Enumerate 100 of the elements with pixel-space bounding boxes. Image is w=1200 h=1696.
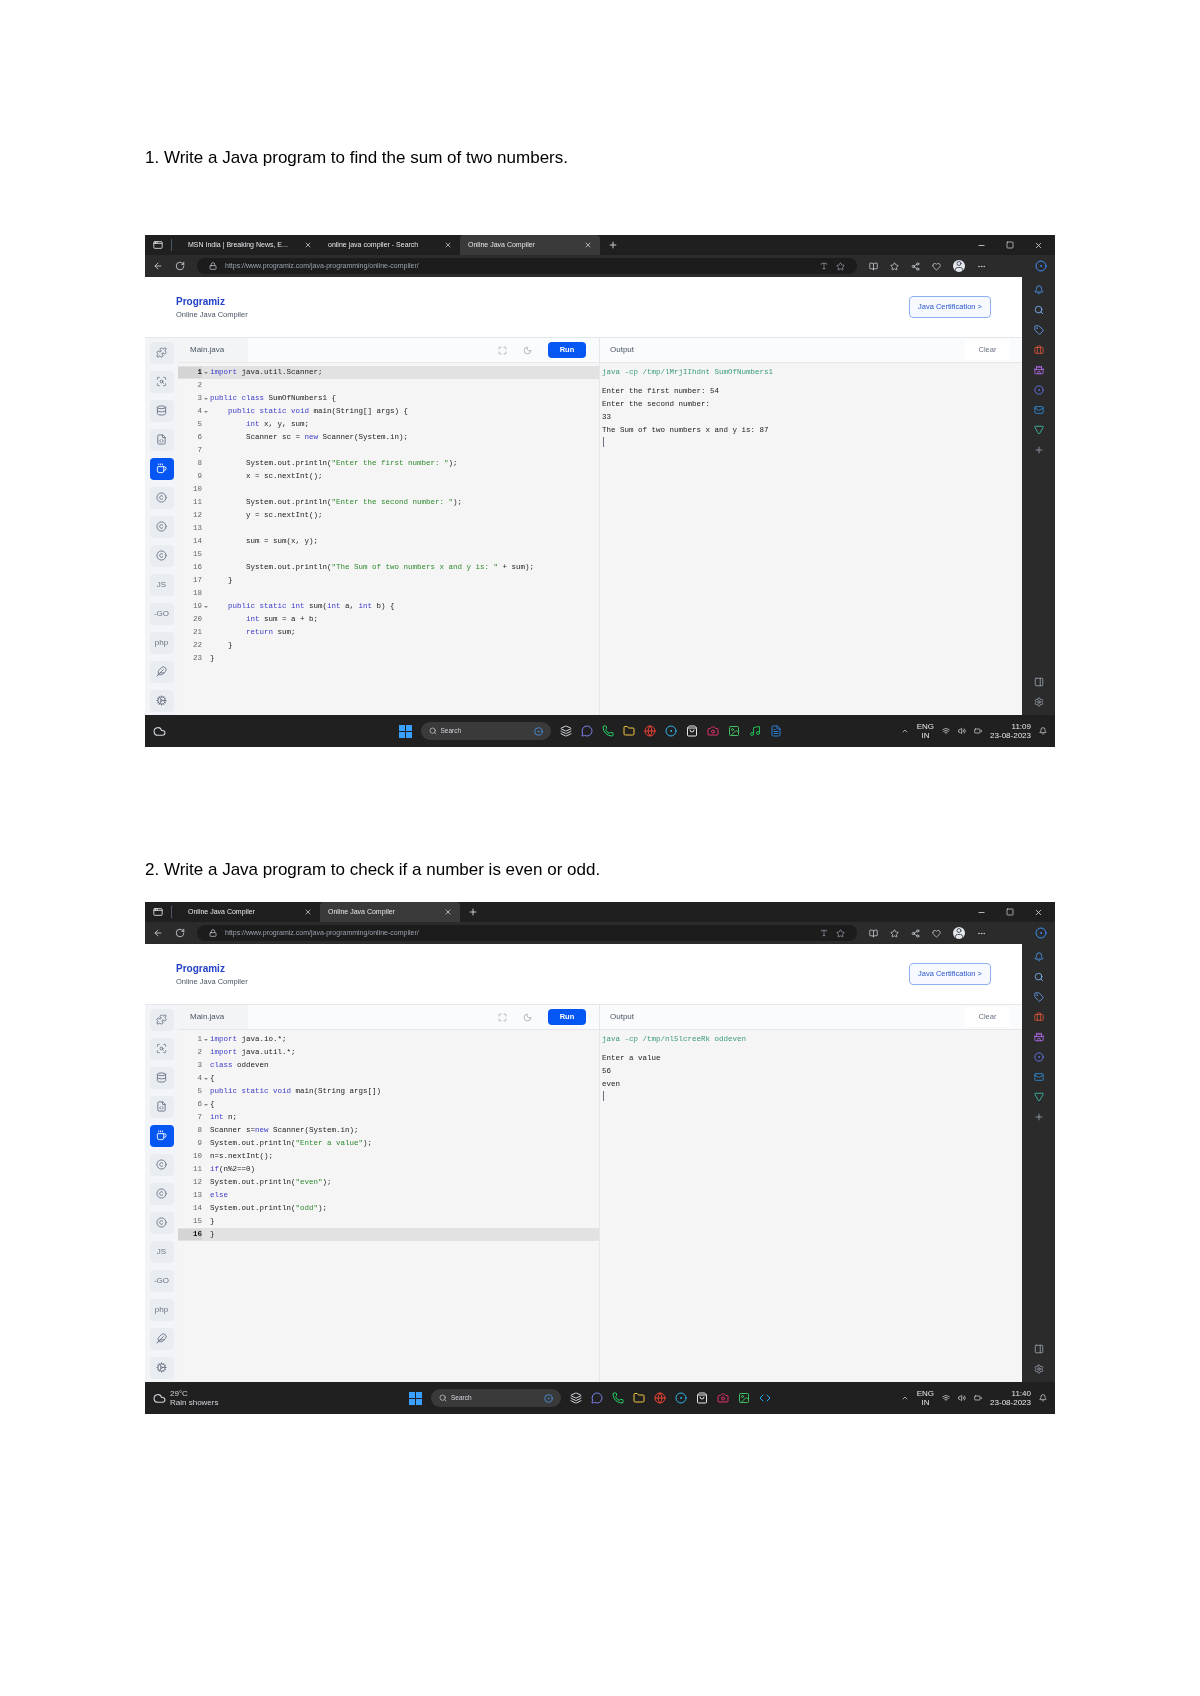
castle-icon[interactable]	[1033, 1032, 1044, 1042]
close-tab-icon[interactable]	[304, 908, 312, 916]
close-tab-icon[interactable]	[444, 908, 452, 916]
language-button[interactable]: JS	[149, 573, 174, 596]
input-language[interactable]: ENG	[916, 722, 935, 731]
briefcase-icon[interactable]	[1033, 1012, 1044, 1022]
globe-icon[interactable]	[643, 725, 656, 737]
favorite-star-icon[interactable]	[836, 261, 845, 271]
clock-date[interactable]: 23-08-2023	[990, 731, 1031, 740]
notification-icon[interactable]	[1039, 1394, 1047, 1402]
volume-icon[interactable]	[958, 727, 967, 735]
search-icon[interactable]	[1033, 972, 1044, 982]
panel-icon[interactable]	[1033, 1344, 1044, 1354]
language-button[interactable]	[149, 689, 174, 712]
circle-icon[interactable]	[1033, 385, 1044, 395]
code-icon[interactable]	[759, 1392, 771, 1404]
refresh-icon[interactable]	[175, 928, 185, 938]
favorites-icon[interactable]	[890, 261, 899, 271]
language-button[interactable]: php	[149, 631, 174, 654]
new-tab-icon[interactable]	[468, 907, 478, 917]
tab-actions-icon[interactable]	[153, 240, 163, 250]
file-tab[interactable]: Main.java	[178, 338, 248, 362]
clock-time[interactable]: 11:09	[1011, 722, 1031, 731]
image-icon[interactable]	[738, 1392, 750, 1404]
copilot-icon[interactable]	[1035, 260, 1047, 272]
language-button[interactable]: php	[149, 1298, 174, 1321]
maximize-icon[interactable]	[1006, 241, 1014, 249]
split-view-icon[interactable]	[869, 261, 878, 271]
circle-icon[interactable]	[1033, 1052, 1044, 1062]
battery-icon[interactable]	[974, 727, 983, 735]
back-icon[interactable]	[153, 261, 163, 271]
language-button[interactable]	[149, 1124, 174, 1147]
tag-icon[interactable]	[1033, 325, 1044, 335]
folder-icon[interactable]	[633, 1392, 645, 1404]
language-button[interactable]	[149, 399, 174, 422]
volume-icon[interactable]	[958, 1394, 967, 1402]
task-view-icon[interactable]	[570, 1392, 582, 1404]
triangle-icon[interactable]	[1033, 425, 1044, 435]
briefcase-icon[interactable]	[1033, 345, 1044, 355]
input-region[interactable]: IN	[921, 1398, 930, 1407]
search-icon[interactable]	[1033, 305, 1044, 315]
language-button[interactable]	[149, 1182, 174, 1205]
bell-icon[interactable]	[1033, 952, 1044, 962]
triangle-icon[interactable]	[1033, 1092, 1044, 1102]
language-button[interactable]	[149, 1211, 174, 1234]
heart-icon[interactable]	[932, 928, 941, 938]
language-button[interactable]	[149, 1356, 174, 1379]
wifi-icon[interactable]	[942, 727, 951, 735]
site-logo[interactable]: Programiz	[176, 960, 248, 976]
tab-actions-icon[interactable]	[153, 907, 163, 917]
language-button[interactable]	[149, 515, 174, 538]
shopping-bag-icon[interactable]	[685, 725, 698, 737]
wifi-icon[interactable]	[942, 1394, 951, 1402]
document-icon[interactable]	[769, 725, 782, 737]
language-button[interactable]	[149, 486, 174, 509]
site-logo[interactable]: Programiz	[176, 293, 248, 309]
folder-icon[interactable]	[622, 725, 635, 737]
new-tab-icon[interactable]	[608, 240, 618, 250]
task-view-icon[interactable]	[559, 725, 572, 737]
image-icon[interactable]	[727, 725, 740, 737]
read-aloud-icon[interactable]	[820, 929, 828, 937]
collections-icon[interactable]	[911, 928, 920, 938]
tag-icon[interactable]	[1033, 992, 1044, 1002]
weather-cloud-icon[interactable]	[153, 1391, 166, 1405]
language-button[interactable]	[149, 1008, 174, 1031]
language-button[interactable]	[149, 660, 174, 683]
favorites-icon[interactable]	[890, 928, 899, 938]
chat-icon[interactable]	[580, 725, 593, 737]
close-icon[interactable]	[1034, 240, 1043, 250]
music-icon[interactable]	[748, 725, 761, 737]
language-button[interactable]	[149, 1066, 174, 1089]
chevron-up-icon[interactable]	[900, 727, 909, 735]
battery-icon[interactable]	[974, 1394, 983, 1402]
add-icon[interactable]	[1033, 445, 1044, 455]
camera-icon[interactable]	[717, 1392, 729, 1404]
mail-icon[interactable]	[1033, 405, 1044, 415]
language-button[interactable]	[149, 1153, 174, 1176]
heart-icon[interactable]	[932, 261, 941, 271]
phone-icon[interactable]	[612, 1392, 624, 1404]
phone-icon[interactable]	[601, 725, 614, 737]
read-aloud-icon[interactable]	[820, 262, 828, 270]
language-button[interactable]	[149, 457, 174, 480]
language-button[interactable]	[149, 1037, 174, 1060]
bell-icon[interactable]	[1033, 285, 1044, 295]
close-icon[interactable]	[1034, 907, 1043, 917]
profile-avatar-icon[interactable]	[953, 927, 965, 939]
windows-start-icon[interactable]	[398, 724, 412, 738]
copilot-icon[interactable]	[1035, 927, 1047, 939]
language-button[interactable]: -GO	[149, 1269, 174, 1292]
clock-date[interactable]: 23-08-2023	[990, 1398, 1031, 1407]
castle-icon[interactable]	[1033, 365, 1044, 375]
shopping-bag-icon[interactable]	[696, 1392, 708, 1404]
mail-icon[interactable]	[1033, 1072, 1044, 1082]
maximize-icon[interactable]	[1006, 908, 1014, 916]
refresh-icon[interactable]	[175, 261, 185, 271]
back-icon[interactable]	[153, 928, 163, 938]
chevron-up-icon[interactable]	[900, 1394, 909, 1402]
close-tab-icon[interactable]	[444, 241, 452, 249]
favorite-star-icon[interactable]	[836, 928, 845, 938]
language-button[interactable]	[149, 370, 174, 393]
